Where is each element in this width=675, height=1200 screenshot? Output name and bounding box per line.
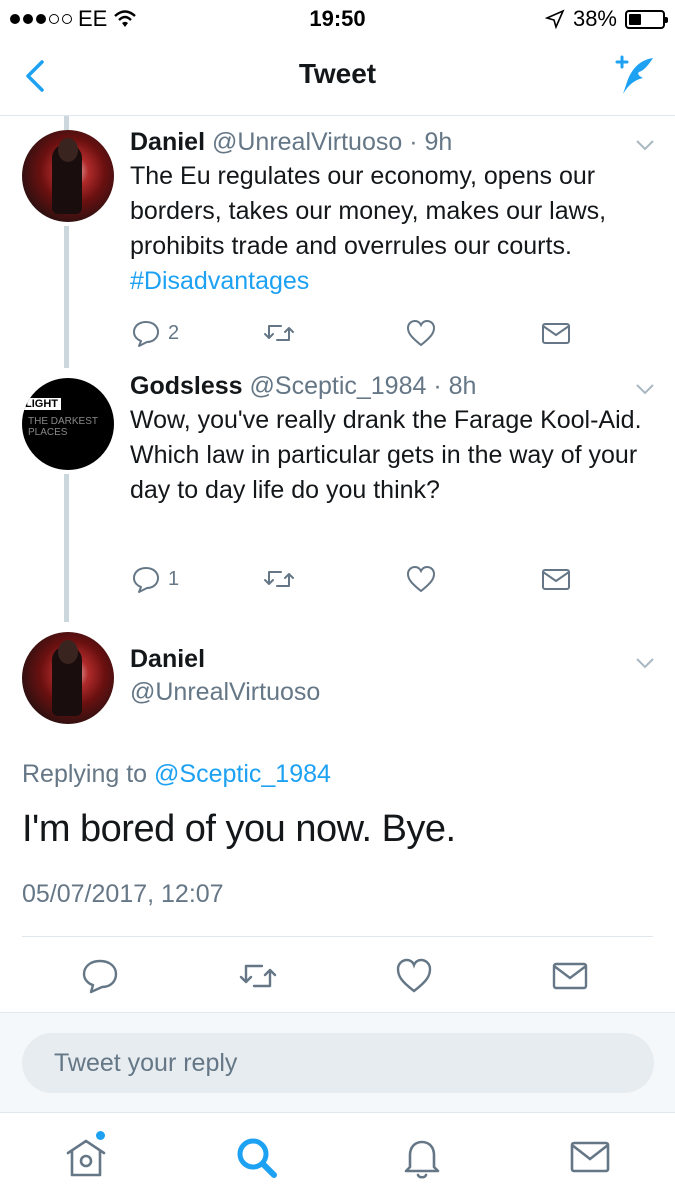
retweet-button[interactable] xyxy=(263,562,295,596)
focused-avatar[interactable] xyxy=(22,632,114,724)
status-right: 38% xyxy=(544,6,668,32)
tweet-text: Wow, you've really drank the Farage Kool… xyxy=(130,406,642,504)
battery-percentage: 38% xyxy=(572,6,617,31)
display-name[interactable]: Godsless xyxy=(130,372,243,400)
divider xyxy=(22,936,653,937)
location-arrow-icon xyxy=(544,9,565,29)
focused-tweet-text: I'm bored of you now. Bye. xyxy=(22,808,456,850)
retweet-icon xyxy=(264,571,294,587)
tweet-age: · 9h xyxy=(409,128,453,156)
tweet-timestamp: 05/07/2017, 12:07 xyxy=(22,880,224,908)
status-bar: EE 19:50 38% xyxy=(0,0,675,38)
reply-icon xyxy=(133,321,159,347)
focused-display-name[interactable]: Daniel xyxy=(130,645,205,674)
chevron-down-icon[interactable] xyxy=(635,138,655,152)
retweet-icon xyxy=(264,325,294,341)
envelope-icon[interactable] xyxy=(550,956,590,996)
hashtag-link[interactable]: #Disadvantages xyxy=(130,267,309,295)
thread-tweet[interactable]: LIGHT THE DARKEST PLACES Godsless @Scept… xyxy=(0,366,675,616)
home-icon xyxy=(66,1139,106,1177)
retweet-button[interactable] xyxy=(263,316,295,350)
tab-home[interactable] xyxy=(62,1131,110,1181)
tab-search[interactable] xyxy=(232,1133,280,1181)
thread-tweet[interactable]: Daniel @UnrealVirtuoso · 9h The Eu regul… xyxy=(0,116,675,366)
direct-message-button[interactable] xyxy=(540,562,572,596)
search-icon xyxy=(237,1138,277,1178)
chevron-down-icon[interactable] xyxy=(635,656,655,670)
direct-message-button[interactable] xyxy=(540,316,572,350)
tweet-actions: 1 xyxy=(130,562,590,596)
envelope-icon xyxy=(570,1141,610,1173)
avatar[interactable] xyxy=(22,130,114,222)
envelope-icon xyxy=(542,569,570,590)
retweet-icon[interactable] xyxy=(238,956,278,996)
focused-handle[interactable]: @UnrealVirtuoso xyxy=(130,678,320,707)
tab-notifications[interactable] xyxy=(398,1133,446,1181)
handle[interactable]: @UnrealVirtuoso xyxy=(212,128,402,156)
reply-input[interactable] xyxy=(22,1033,654,1093)
avatar-text: THE DARKEST PLACES xyxy=(28,416,98,438)
reply-icon[interactable] xyxy=(80,956,120,996)
new-content-dot xyxy=(96,1131,105,1140)
battery-icon xyxy=(625,9,668,29)
focused-tweet-actions xyxy=(0,956,675,996)
mention-link[interactable]: @Sceptic_1984 xyxy=(154,760,331,788)
replying-to: Replying to @Sceptic_1984 xyxy=(22,760,331,788)
avatar[interactable]: LIGHT THE DARKEST PLACES xyxy=(22,378,114,470)
reply-bar xyxy=(0,1012,675,1112)
tab-messages[interactable] xyxy=(566,1133,614,1181)
handle[interactable]: @Sceptic_1984 xyxy=(250,372,427,400)
like-button[interactable] xyxy=(405,316,437,350)
bell-icon xyxy=(404,1140,440,1179)
display-name[interactable]: Daniel xyxy=(130,128,205,156)
reply-count: 2 xyxy=(168,321,180,344)
tweet-text: The Eu regulates our economy, opens our … xyxy=(130,162,607,295)
reply-icon xyxy=(133,567,159,593)
tweet-actions: 2 xyxy=(130,316,590,350)
reply-count: 1 xyxy=(168,567,180,590)
like-button[interactable] xyxy=(405,562,437,596)
nav-bar: Tweet xyxy=(0,38,675,116)
heart-icon xyxy=(406,319,436,347)
tweet-age: · 8h xyxy=(433,372,477,400)
tweet-header: Daniel @UnrealVirtuoso · 9h xyxy=(130,128,452,157)
avatar-text: LIGHT xyxy=(22,398,61,410)
reply-button[interactable]: 2 xyxy=(130,316,179,350)
chevron-down-icon[interactable] xyxy=(635,382,655,396)
compose-tweet-icon[interactable] xyxy=(609,52,657,100)
envelope-icon xyxy=(542,323,570,344)
heart-icon xyxy=(406,565,436,593)
page-title: Tweet xyxy=(298,58,377,89)
tab-bar xyxy=(0,1112,675,1200)
reply-button[interactable]: 1 xyxy=(130,562,179,596)
heart-icon[interactable] xyxy=(394,956,434,996)
tweet-header: Godsless @Sceptic_1984 · 8h xyxy=(130,372,476,401)
